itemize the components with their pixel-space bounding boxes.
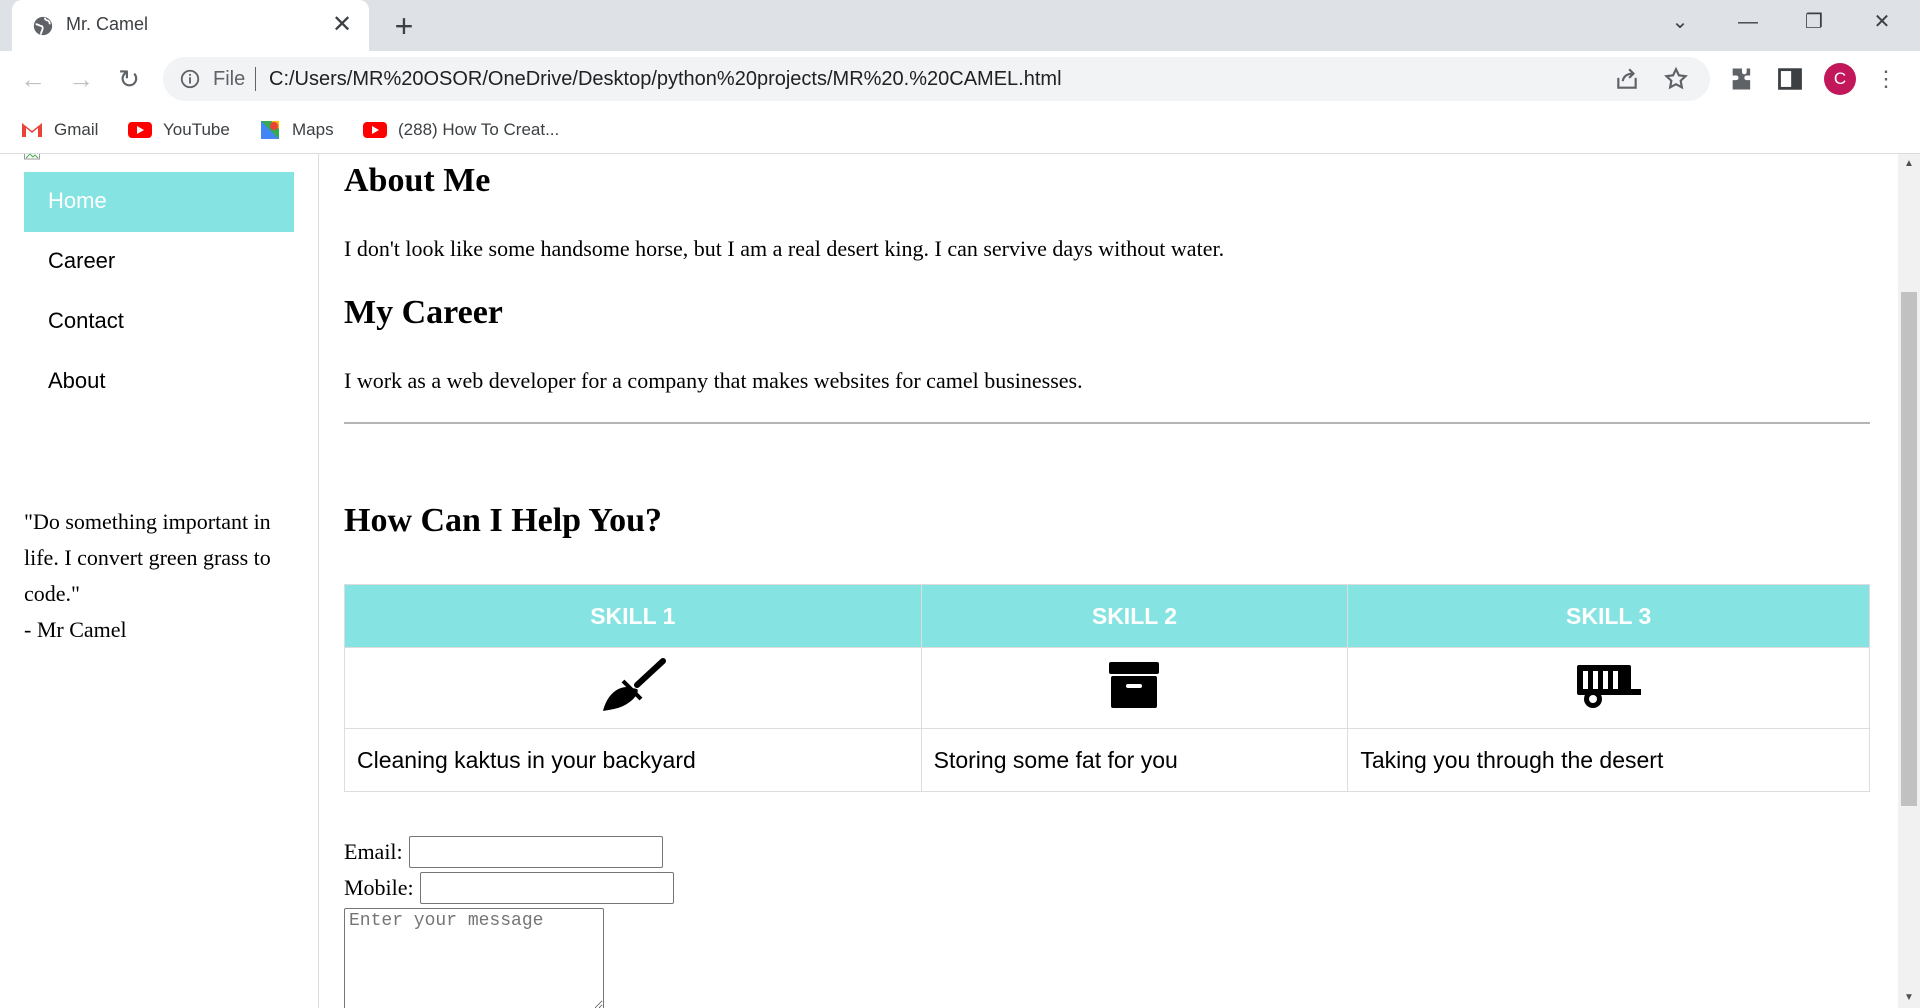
- table-row: [344, 647, 1870, 729]
- mobile-field[interactable]: [419, 872, 674, 904]
- help-heading: How Can I Help You?: [344, 502, 663, 539]
- quote-author: - Mr Camel: [24, 617, 127, 642]
- skill-text: Storing some fat for you: [920, 728, 1349, 792]
- reload-icon[interactable]: ↻: [111, 61, 147, 97]
- tab-strip: Mr. Camel ✕ + ⌄ — ❐ ✕: [0, 0, 1920, 51]
- bookmark-label: YouTube: [163, 120, 230, 139]
- archive-box-icon: [1109, 662, 1160, 708]
- bookmark-label: (288) How To Creat...: [398, 120, 560, 139]
- about-heading: About Me: [344, 162, 491, 199]
- nav-item-contact[interactable]: Contact: [24, 292, 294, 352]
- bookmarks-bar: Gmail YouTube Maps (288) How To Creat...: [0, 107, 1920, 154]
- broken-image-icon: [24, 154, 40, 160]
- restore-icon[interactable]: ❐: [1784, 6, 1844, 38]
- skill-text: Cleaning kaktus in your backyard: [344, 728, 922, 792]
- close-tab-icon[interactable]: ✕: [327, 10, 357, 40]
- sidebar-quote: "Do something important in life. I conve…: [24, 504, 299, 648]
- page-viewport: Home Career Contact About "Do something …: [0, 154, 1898, 1008]
- skill-icon-cell: [1347, 647, 1870, 729]
- about-text: I don't look like some handsome horse, b…: [344, 236, 1225, 261]
- skill-text: Taking you through the desert: [1347, 728, 1870, 792]
- browser-toolbar: ← → ↻ File C:/Users/MR%20OSOR/OneDrive/D…: [0, 51, 1920, 107]
- career-text: I work as a web developer for a company …: [344, 368, 1083, 393]
- skill-header: SKILL 3: [1347, 584, 1870, 648]
- divider: [344, 422, 1870, 424]
- nav-item-home[interactable]: Home: [24, 172, 294, 232]
- bookmark-youtube[interactable]: YouTube: [127, 117, 230, 143]
- bookmark-video[interactable]: (288) How To Creat...: [362, 117, 559, 143]
- scrollbar-thumb[interactable]: [1901, 292, 1917, 806]
- address-separator: [255, 67, 256, 91]
- new-tab-button[interactable]: +: [386, 9, 422, 43]
- bookmark-label: Gmail: [54, 120, 99, 139]
- youtube-icon: [128, 122, 152, 138]
- browser-tab[interactable]: Mr. Camel ✕: [12, 0, 369, 51]
- extensions-icon[interactable]: [1728, 65, 1756, 93]
- mobile-row: Mobile:: [344, 870, 674, 906]
- broom-icon: [602, 658, 666, 711]
- quote-text: "Do something important in life. I conve…: [24, 509, 271, 606]
- mobile-label: Mobile:: [344, 875, 414, 900]
- bookmark-maps[interactable]: Maps: [258, 117, 334, 143]
- gmail-icon: [22, 123, 42, 137]
- table-header-row: SKILL 1 SKILL 2 SKILL 3: [344, 584, 1870, 648]
- maps-icon: [261, 121, 279, 139]
- bookmark-gmail[interactable]: Gmail: [20, 117, 98, 143]
- side-panel-icon[interactable]: [1776, 65, 1804, 93]
- sidebar-nav: Home Career Contact About: [24, 172, 294, 412]
- trailer-icon: [1576, 665, 1641, 708]
- back-icon[interactable]: ←: [15, 61, 51, 97]
- share-icon[interactable]: [1614, 66, 1640, 92]
- nav-item-career[interactable]: Career: [24, 232, 294, 292]
- scroll-down-icon[interactable]: ▼: [1898, 988, 1920, 1008]
- bookmark-star-icon[interactable]: [1663, 66, 1689, 92]
- career-heading: My Career: [344, 294, 503, 331]
- tab-search-icon[interactable]: ⌄: [1650, 6, 1710, 38]
- info-icon[interactable]: [179, 68, 201, 90]
- page-scrollbar[interactable]: ▲ ▼: [1898, 154, 1920, 1008]
- skill-header: SKILL 1: [344, 584, 922, 648]
- address-bar[interactable]: File C:/Users/MR%20OSOR/OneDrive/Desktop…: [163, 57, 1710, 101]
- bookmark-label: Maps: [292, 120, 334, 139]
- address-url[interactable]: C:/Users/MR%20OSOR/OneDrive/Desktop/pyth…: [269, 68, 1062, 91]
- minimize-icon[interactable]: —: [1718, 6, 1778, 38]
- sidebar: Home Career Contact About "Do something …: [0, 154, 319, 1008]
- skill-icon-cell: [920, 647, 1349, 729]
- nav-item-about[interactable]: About: [24, 352, 294, 412]
- message-textarea[interactable]: [344, 908, 604, 1008]
- globe-icon: [33, 16, 53, 36]
- contact-form: Email: Mobile:: [344, 834, 674, 1008]
- tab-title: Mr. Camel: [66, 14, 149, 34]
- address-scheme: File: [213, 68, 246, 90]
- skill-header: SKILL 2: [920, 584, 1349, 648]
- skill-icon-cell: [344, 647, 922, 729]
- table-row: Cleaning kaktus in your backyard Storing…: [344, 728, 1870, 792]
- email-label: Email:: [344, 839, 403, 864]
- forward-icon[interactable]: →: [63, 61, 99, 97]
- email-row: Email:: [344, 834, 674, 870]
- profile-avatar[interactable]: C: [1824, 63, 1856, 95]
- menu-kebab-icon[interactable]: ⋮: [1874, 63, 1898, 95]
- skills-table: SKILL 1 SKILL 2 SKILL 3 Cleaning kaktus …: [344, 584, 1870, 792]
- close-window-icon[interactable]: ✕: [1852, 6, 1912, 38]
- scroll-up-icon[interactable]: ▲: [1898, 154, 1920, 174]
- youtube-icon: [363, 122, 387, 138]
- email-field[interactable]: [408, 836, 663, 868]
